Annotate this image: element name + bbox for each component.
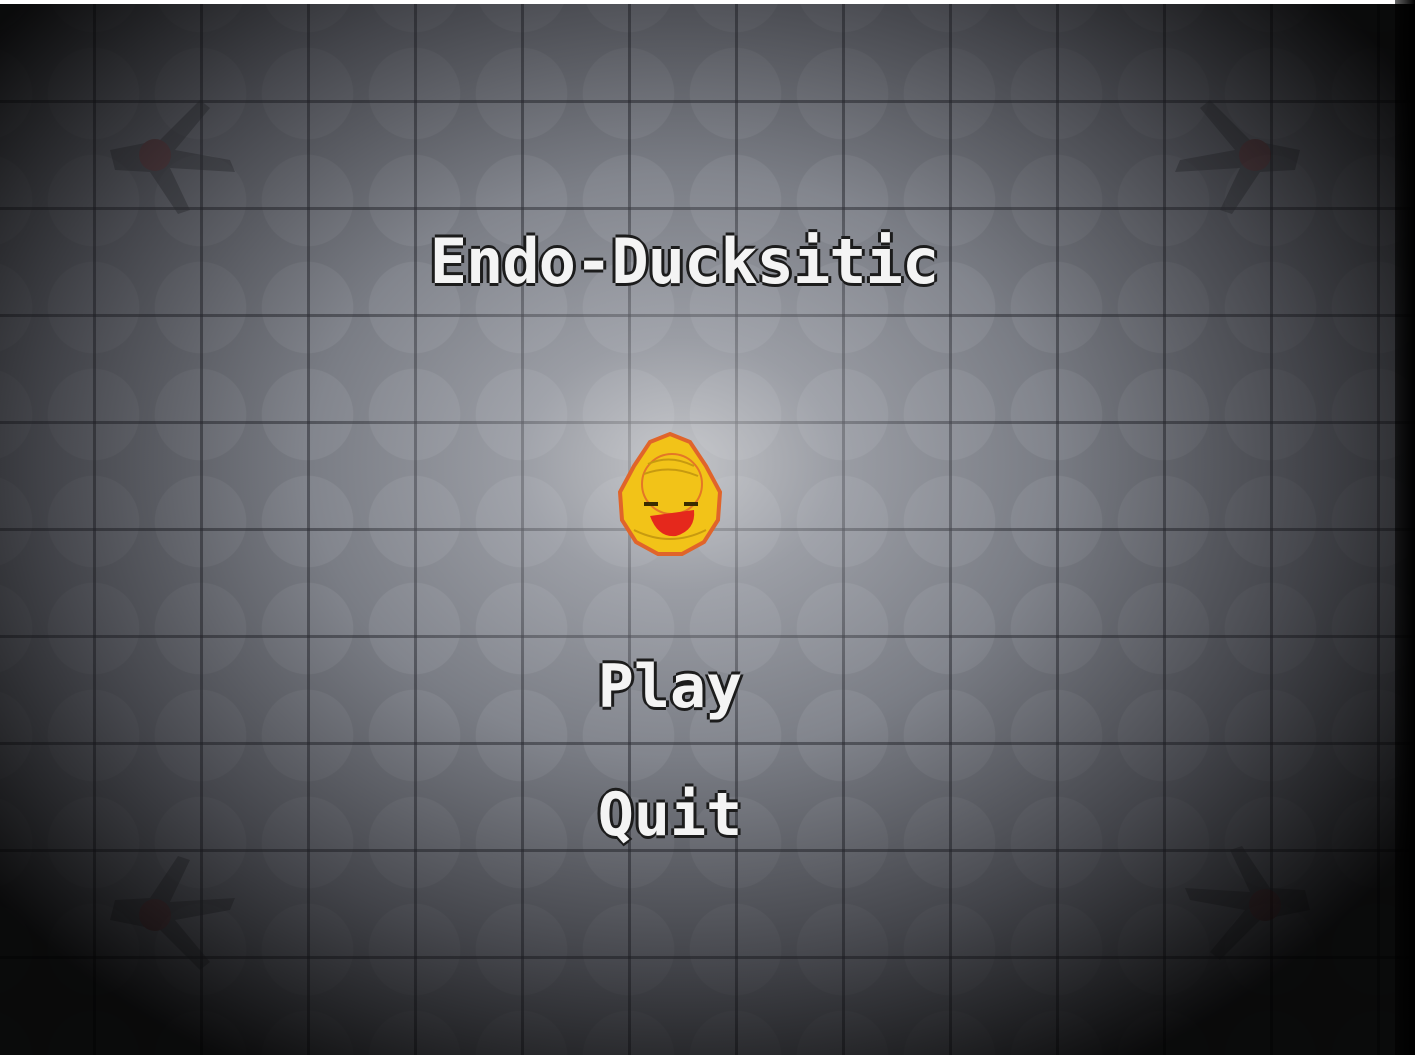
right-edge [1395,0,1415,1055]
game-screen: Endo-Ducksitic Play Quit [0,0,1415,1055]
game-title: Endo-Ducksitic [429,225,940,298]
play-button[interactable]: Play [0,652,1340,722]
quit-button[interactable]: Quit [0,780,1340,850]
top-edge [0,0,1415,4]
rubber-duck-icon [617,431,723,556]
